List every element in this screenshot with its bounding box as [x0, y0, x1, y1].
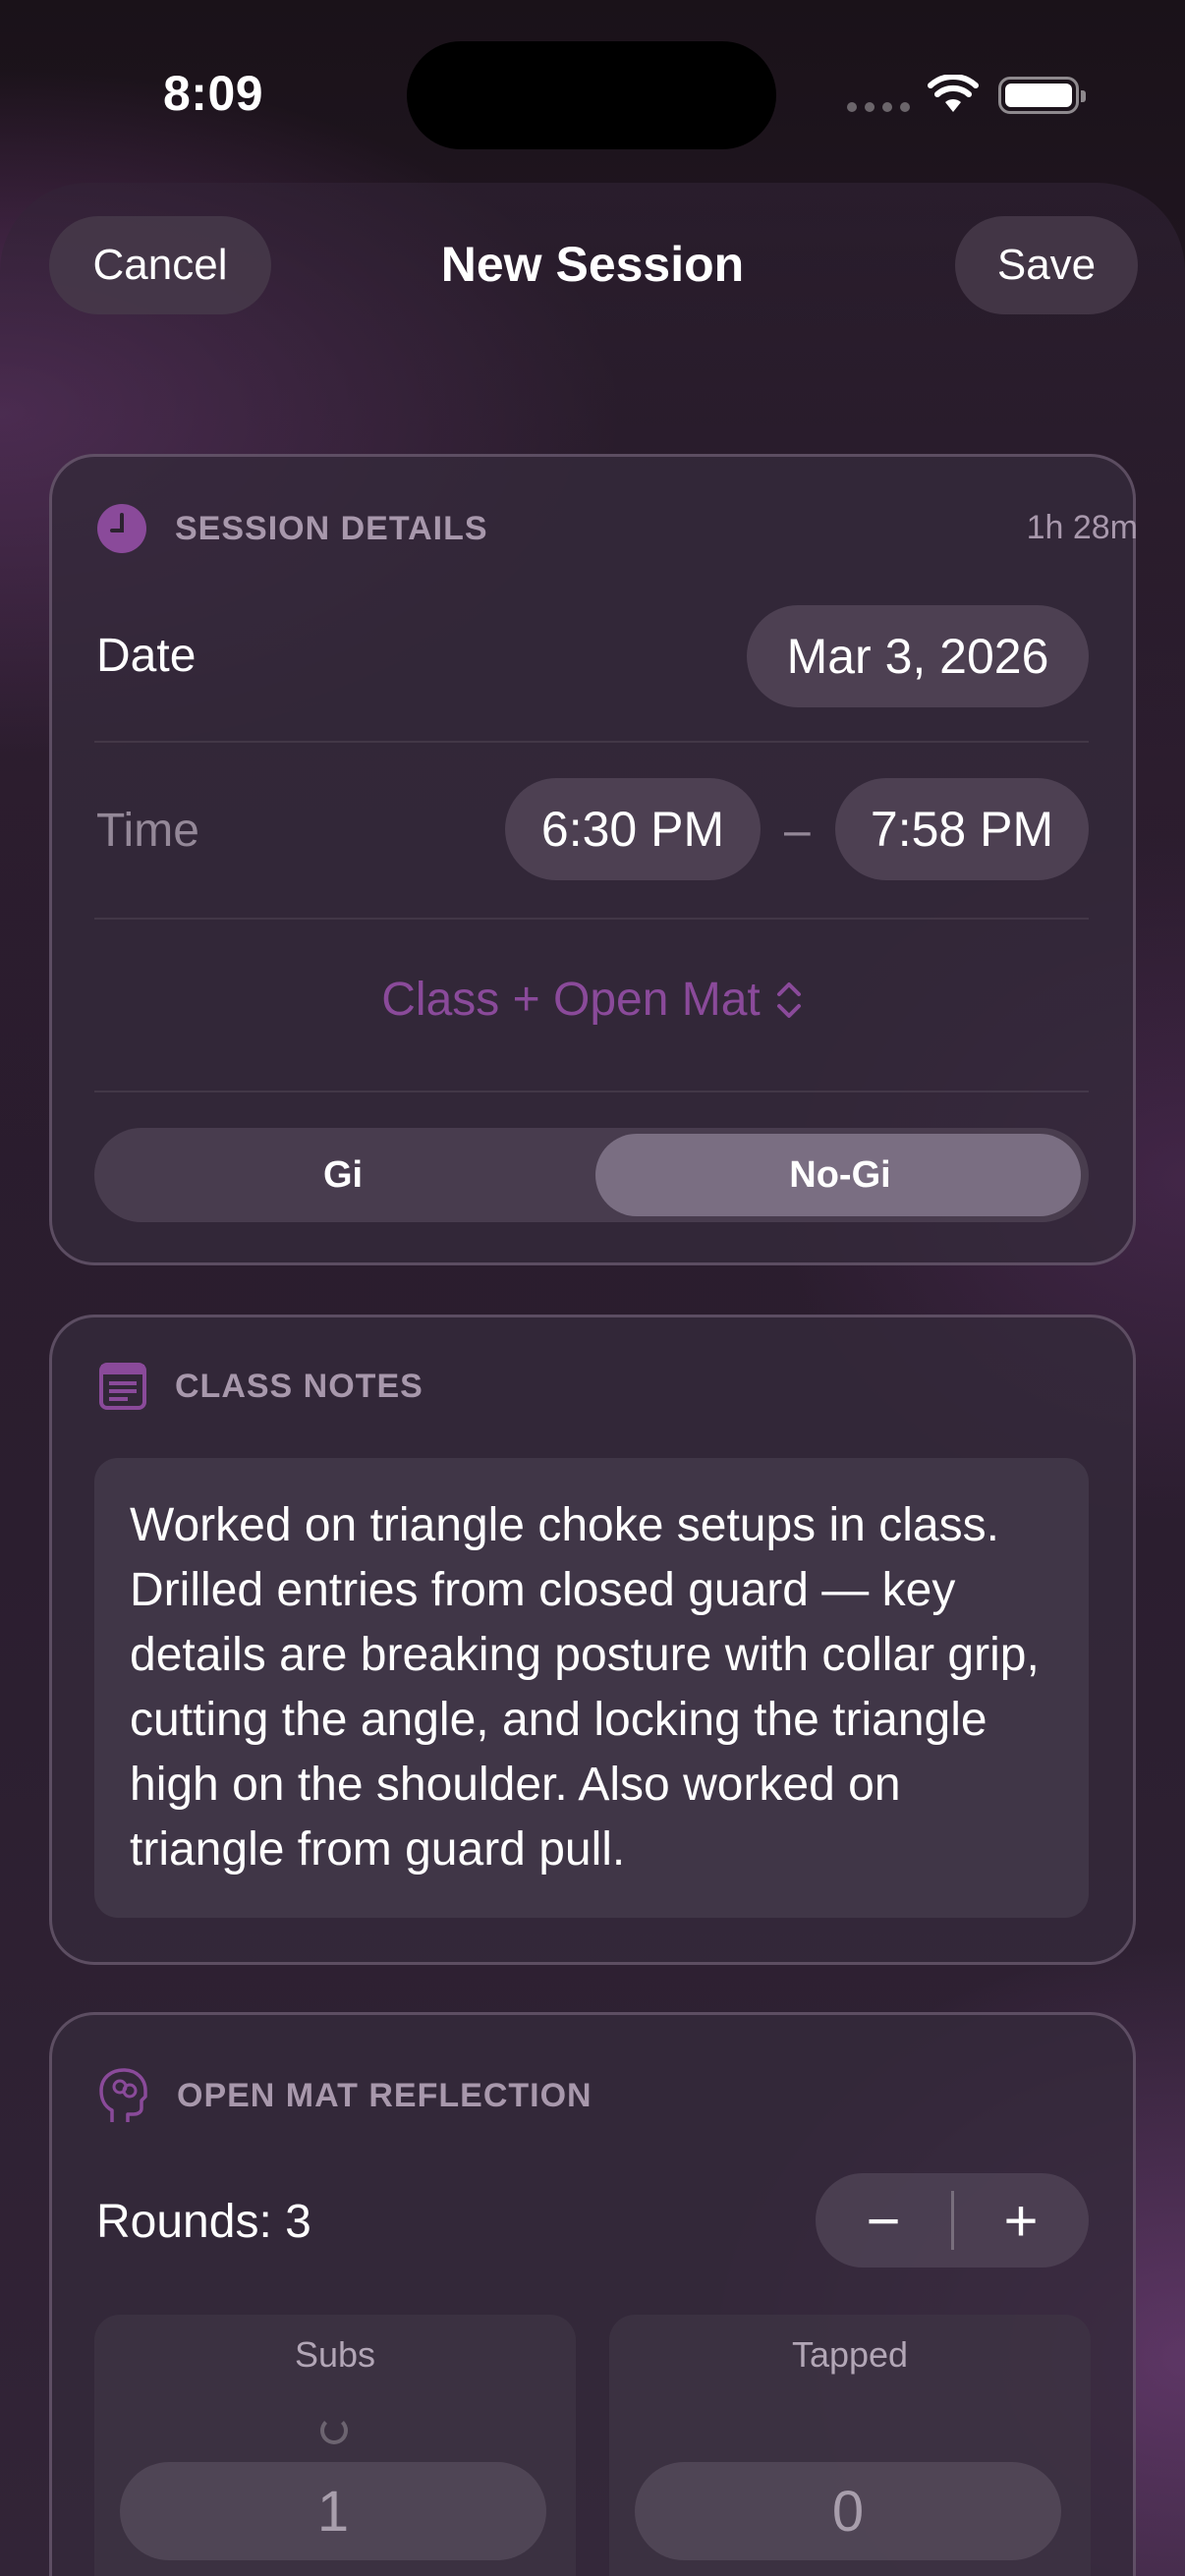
tapped-card: Tapped 0	[609, 2315, 1091, 2576]
wifi-icon	[928, 75, 979, 112]
class-notes-textarea[interactable]: Worked on triangle choke setups in class…	[94, 1458, 1089, 1918]
tapped-field[interactable]: 0	[635, 2462, 1061, 2560]
subs-card: Subs 1	[94, 2315, 576, 2576]
divider	[94, 1091, 1089, 1092]
rounds-label: Rounds: 3	[96, 2196, 311, 2248]
duration-label: 1h 28m	[1026, 509, 1138, 546]
divider	[94, 918, 1089, 920]
section-title: SESSION DETAILS	[175, 509, 488, 547]
time-label: Time	[96, 805, 199, 857]
section-title: CLASS NOTES	[175, 1367, 423, 1405]
status-time: 8:09	[163, 66, 264, 121]
increment-button[interactable]: +	[953, 2173, 1089, 2268]
segment-gi[interactable]: Gi	[94, 1128, 592, 1222]
open-mat-header: OPEN MAT REFLECTION	[98, 2067, 592, 2124]
subs-label: Subs	[294, 2334, 376, 2375]
segment-no-gi[interactable]: No-Gi	[592, 1128, 1089, 1222]
clock-icon	[97, 504, 146, 553]
session-type-selector[interactable]: Class + Open Mat	[0, 973, 1185, 1027]
subs-field[interactable]: 1	[120, 2462, 546, 2560]
head-brain-icon	[99, 2068, 147, 2122]
rounds-stepper: − +	[816, 2173, 1089, 2268]
section-title: OPEN MAT REFLECTION	[177, 2076, 592, 2114]
dynamic-island	[407, 41, 776, 149]
gi-segmented-control[interactable]: Gi No-Gi	[94, 1128, 1089, 1222]
session-details-header: SESSION DETAILS	[96, 503, 488, 554]
end-time-picker[interactable]: 7:58 PM	[835, 778, 1089, 880]
date-picker[interactable]: Mar 3, 2026	[747, 605, 1089, 707]
battery-icon	[998, 77, 1086, 114]
loading-indicator-icon	[320, 2417, 348, 2444]
divider	[94, 741, 1089, 743]
tapped-label: Tapped	[791, 2334, 909, 2375]
session-type-label: Class + Open Mat	[381, 974, 761, 1026]
decrement-button[interactable]: −	[816, 2173, 951, 2268]
chevron-up-down-icon	[776, 981, 801, 1018]
start-time-picker[interactable]: 6:30 PM	[505, 778, 761, 880]
notes-icon	[99, 1363, 146, 1410]
cellular-signal-icon	[847, 102, 910, 112]
class-notes-header: CLASS NOTES	[98, 1362, 423, 1411]
date-label: Date	[96, 630, 197, 682]
save-button[interactable]: Save	[955, 216, 1138, 314]
time-separator: –	[784, 805, 811, 857]
